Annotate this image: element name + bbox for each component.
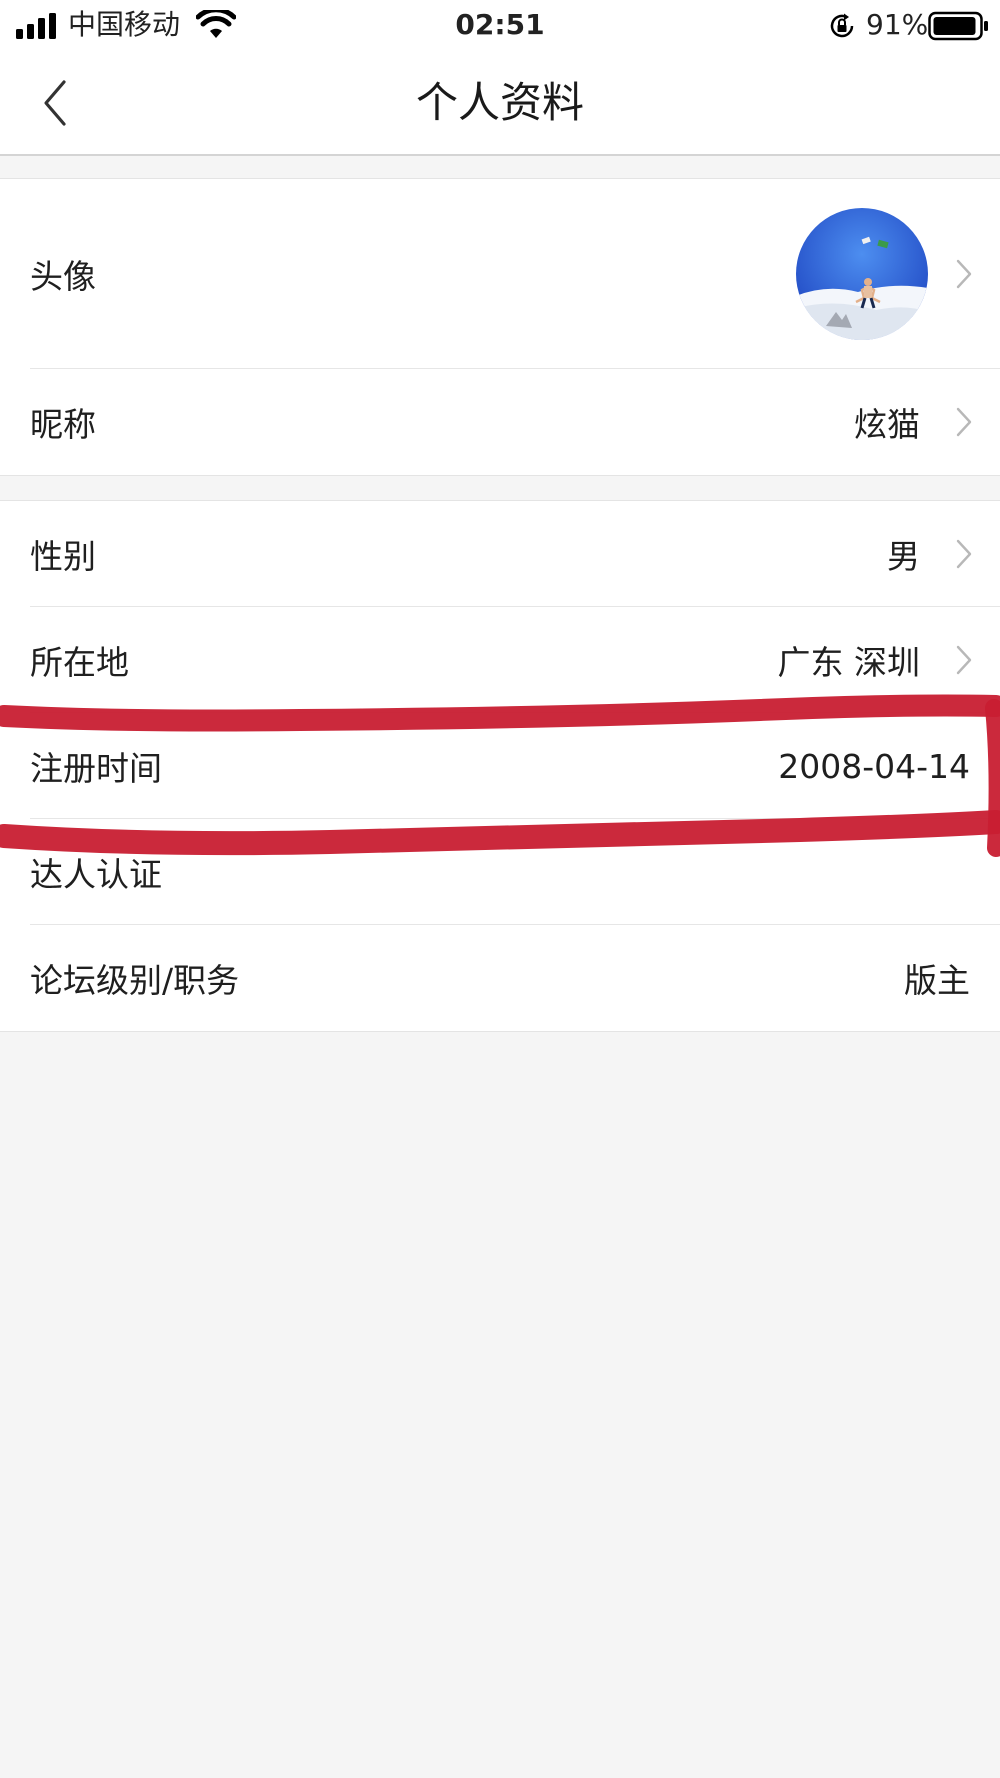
gender-label: 性别 <box>30 537 96 576</box>
gender-row[interactable]: 性别 男 <box>0 501 1000 607</box>
chevron-right-icon <box>956 645 972 675</box>
page-title: 个人资料 <box>415 78 584 127</box>
register-time-row: 注册时间 2008-04-14 <box>0 713 1000 819</box>
register-time-label: 注册时间 <box>30 749 162 788</box>
avatar-row[interactable]: 头像 <box>0 179 1000 369</box>
expert-certification-row[interactable]: 达人认证 <box>0 819 1000 925</box>
expert-certification-label: 达人认证 <box>30 855 162 894</box>
chevron-right-icon <box>956 407 972 437</box>
profile-group-details: 性别 男 所在地 广东 深圳 注册时间 2008-04-14 达人认证 论坛级别… <box>0 500 1000 1032</box>
forum-level-row: 论坛级别/职务 版主 <box>0 925 1000 1031</box>
profile-group-basic: 头像 昵称 炫猫 <box>0 178 1000 476</box>
gender-value: 男 <box>887 537 920 576</box>
forum-level-value: 版主 <box>904 961 970 1000</box>
avatar-label: 头像 <box>30 257 96 296</box>
location-row[interactable]: 所在地 广东 深圳 <box>0 607 1000 713</box>
location-value: 广东 深圳 <box>777 643 921 682</box>
nickname-row[interactable]: 昵称 炫猫 <box>0 369 1000 475</box>
forum-level-label: 论坛级别/职务 <box>30 961 240 1000</box>
status-bar: 中国移动 02:51 91% <box>0 0 1000 52</box>
orientation-lock-icon <box>830 13 854 38</box>
chevron-right-icon <box>956 539 972 569</box>
navigation-bar: 个人资料 <box>0 52 1000 156</box>
register-time-value: 2008-04-14 <box>778 746 970 786</box>
avatar <box>796 208 928 340</box>
battery-icon <box>928 11 988 41</box>
nickname-value: 炫猫 <box>854 405 920 444</box>
chevron-right-icon <box>956 259 972 289</box>
battery-percentage: 91% <box>866 8 929 41</box>
nickname-label: 昵称 <box>30 405 96 444</box>
location-label: 所在地 <box>30 643 129 682</box>
